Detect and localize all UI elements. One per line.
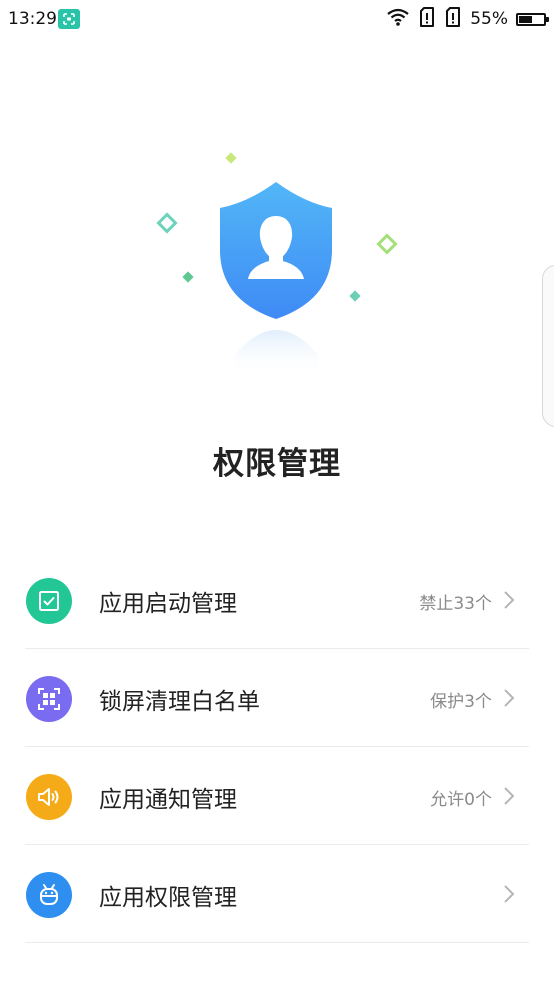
speaker-icon <box>26 774 72 820</box>
shield-illustration <box>0 140 554 380</box>
item-status: 保护3个 <box>430 692 492 712</box>
sim-alert-icon <box>418 6 436 32</box>
item-label: 应用权限管理 <box>99 885 237 911</box>
chevron-right-icon <box>502 687 516 709</box>
lock-clean-icon <box>26 676 72 722</box>
screenshot-app-icon <box>58 9 80 29</box>
side-edge-handle[interactable] <box>542 265 554 427</box>
chevron-right-icon <box>502 883 516 905</box>
battery-icon <box>516 12 549 26</box>
item-label: 应用启动管理 <box>99 591 237 617</box>
battery-percent: 55% <box>470 9 508 29</box>
page-title: 权限管理 <box>213 446 341 482</box>
check-square-icon <box>26 578 72 624</box>
item-status: 禁止33个 <box>419 594 492 614</box>
list-item-app-permissions[interactable]: 应用权限管理 <box>0 845 554 943</box>
battery-fill <box>519 15 532 23</box>
divider <box>25 942 529 943</box>
status-time: 13:29 <box>8 9 57 29</box>
wifi-icon <box>386 7 410 31</box>
list-item-app-startup[interactable]: 应用启动管理 禁止33个 <box>0 551 554 649</box>
android-icon <box>26 872 72 918</box>
list-item-notification-management[interactable]: 应用通知管理 允许0个 <box>0 747 554 845</box>
item-status: 允许0个 <box>430 790 492 810</box>
list-item-lockscreen-whitelist[interactable]: 锁屏清理白名单 保护3个 <box>0 649 554 747</box>
permission-list: 应用启动管理 禁止33个 锁屏清理白名单 保护3个 应用通知管理 允许0个 应用… <box>0 551 554 943</box>
chevron-right-icon <box>502 785 516 807</box>
sim-alert-icon <box>444 6 462 32</box>
status-bar: 13:29 55% <box>0 0 554 40</box>
chevron-right-icon <box>502 589 516 611</box>
item-label: 锁屏清理白名单 <box>99 689 260 715</box>
item-label: 应用通知管理 <box>99 787 237 813</box>
